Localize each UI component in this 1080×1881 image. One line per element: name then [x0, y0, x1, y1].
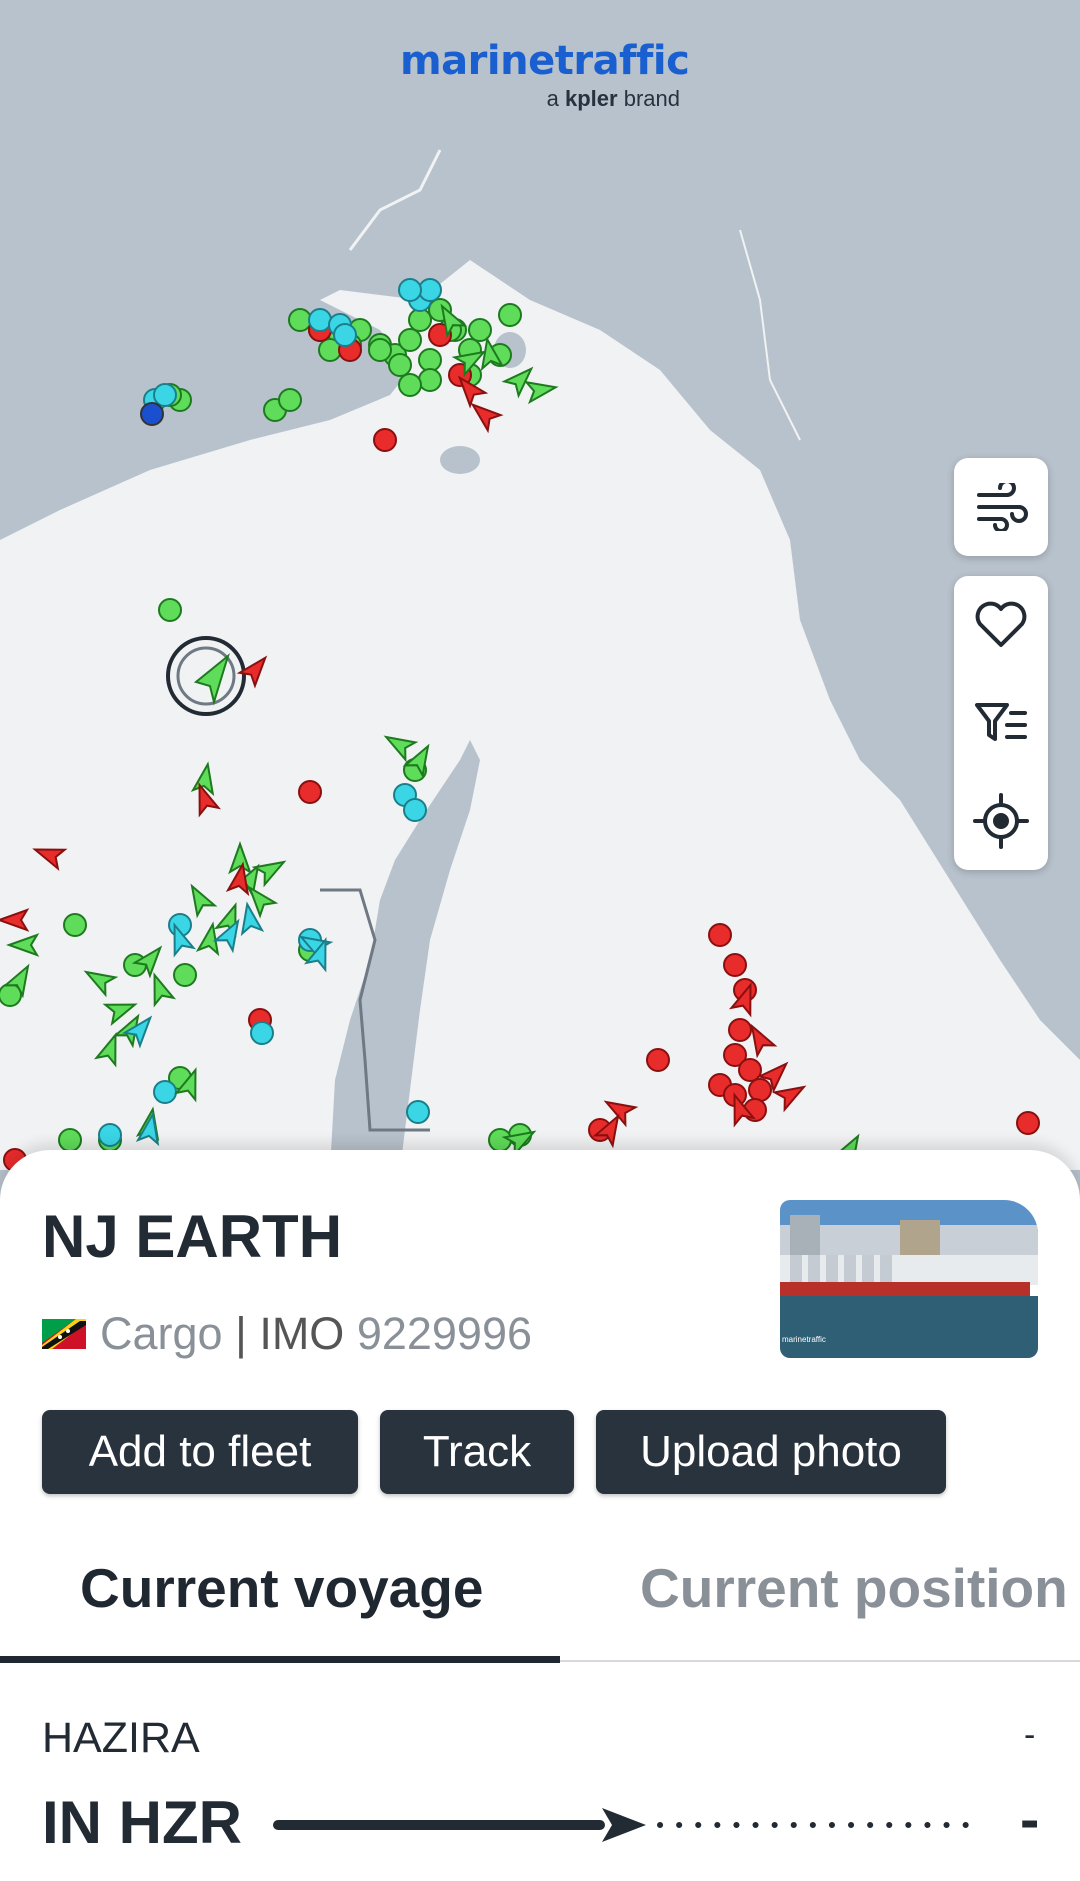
vessel-dot	[406, 1100, 430, 1124]
vessel-dot	[1016, 1111, 1040, 1135]
map-control-group	[954, 576, 1048, 870]
svg-text:marinetraffic: marinetraffic	[782, 1335, 826, 1344]
vessel-dot	[298, 780, 322, 804]
vessel-dot	[278, 388, 302, 412]
vessel-dot	[418, 368, 442, 392]
map-control-weather[interactable]	[954, 458, 1048, 556]
map[interactable]	[0, 0, 1080, 1170]
vessel-info-sheet: NJ EARTH Cargo | IMO 9229996 marinetraff…	[0, 1150, 1080, 1881]
vessel-dot	[158, 598, 182, 622]
tab-current-position[interactable]: Current position	[640, 1556, 1068, 1620]
ship-position-icon	[602, 1808, 646, 1842]
upload-photo-button[interactable]: Upload photo	[596, 1410, 946, 1494]
voyage-progress	[273, 1808, 985, 1842]
vessel-dot	[140, 402, 164, 426]
filter-list-icon[interactable]	[954, 674, 1048, 772]
brand-name: marinetraffic	[400, 38, 690, 84]
flag-icon	[42, 1319, 86, 1349]
vessel-dot	[498, 303, 522, 327]
wind-icon[interactable]	[954, 458, 1048, 556]
vessel-dot	[250, 1021, 274, 1045]
vessel-dot	[153, 1080, 177, 1104]
departure-port-name: HAZIRA	[42, 1714, 200, 1762]
arrival-port-code: -	[1020, 1787, 1040, 1852]
vessel-dot	[288, 308, 312, 332]
vessel-dot	[728, 1018, 752, 1042]
vessel-dot	[418, 348, 442, 372]
vessel-dot	[398, 373, 422, 397]
brand-sub: a kpler brand	[546, 86, 680, 111]
departure-port-code: IN HZR	[42, 1789, 242, 1856]
track-button[interactable]: Track	[380, 1410, 574, 1494]
vessel-dot	[408, 308, 432, 332]
vessel-dot	[153, 383, 177, 407]
vessel-name: NJ EARTH	[42, 1203, 343, 1270]
imo-label: IMO	[259, 1308, 345, 1359]
vessel-dot	[388, 353, 412, 377]
vessel-type: Cargo	[100, 1308, 223, 1359]
vessel-dot	[646, 1048, 670, 1072]
heart-icon[interactable]	[954, 576, 1048, 674]
arrival-port-name: -	[1024, 1716, 1036, 1754]
vessel-dot	[748, 1078, 772, 1102]
vessel-meta: Cargo | IMO 9229996	[42, 1308, 532, 1360]
vessel-dot	[308, 308, 332, 332]
vessel-dot	[98, 1123, 122, 1147]
vessel-dot	[708, 923, 732, 947]
vessel-dot	[63, 913, 87, 937]
locate-icon[interactable]	[954, 772, 1048, 870]
vessel-dot	[58, 1128, 82, 1152]
brand-logo: marinetraffic a kpler brand	[400, 38, 690, 112]
imo-number: 9229996	[356, 1308, 533, 1359]
vessel-photo[interactable]: marinetraffic	[780, 1200, 1038, 1358]
vessel-dot	[368, 338, 392, 362]
selected-vessel-marker[interactable]	[166, 636, 246, 716]
vessel-dot	[723, 953, 747, 977]
vessel-dot	[738, 1058, 762, 1082]
vessel-dot	[418, 278, 442, 302]
add-to-fleet-button[interactable]: Add to fleet	[42, 1410, 358, 1494]
vessel-dot	[398, 278, 422, 302]
vessel-dot	[333, 323, 357, 347]
vessel-dot	[173, 963, 197, 987]
vessel-dot	[403, 798, 427, 822]
vessel-dot	[373, 428, 397, 452]
vessel-dot	[398, 328, 422, 352]
active-tab-indicator	[0, 1656, 560, 1663]
vessel-dot	[468, 318, 492, 342]
tab-current-voyage[interactable]: Current voyage	[80, 1556, 483, 1620]
